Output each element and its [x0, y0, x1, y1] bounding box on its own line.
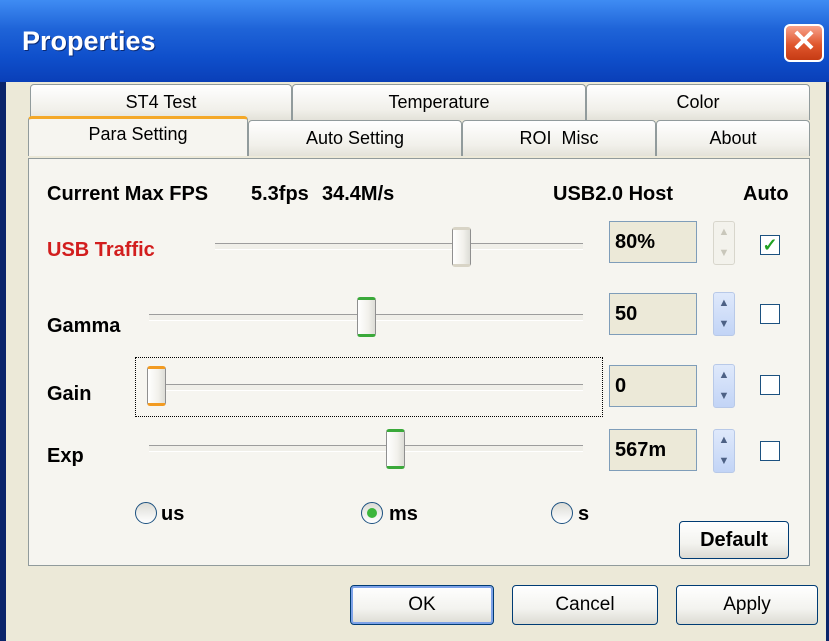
auto-header: Auto [743, 183, 789, 205]
tab-temperature[interactable]: Temperature [292, 84, 586, 120]
usb-traffic-value: 80% [609, 221, 697, 263]
max-fps-label: Current Max FPS [47, 183, 209, 205]
apply-button[interactable]: Apply [676, 585, 818, 625]
exp-slider-track[interactable] [149, 445, 583, 452]
gain-spin[interactable]: ▲ ▼ [713, 364, 735, 408]
spin-up-icon[interactable]: ▲ [714, 293, 734, 314]
spin-up-icon[interactable]: ▲ [714, 430, 734, 451]
tab-label: Color [676, 92, 720, 112]
tab-color[interactable]: Color [586, 84, 810, 120]
gamma-auto-checkbox[interactable] [760, 304, 780, 324]
tab-label: About [709, 128, 757, 148]
gain-auto-checkbox[interactable] [760, 375, 780, 395]
exp-spin[interactable]: ▲ ▼ [713, 429, 735, 473]
radio-dot-icon [367, 508, 377, 518]
tab-label: ST4 Test [125, 92, 197, 112]
close-icon: ✕ [791, 25, 817, 58]
exp-label: Exp [47, 445, 84, 467]
gain-value: 0 [609, 365, 697, 407]
unit-s-label[interactable]: s [578, 503, 589, 526]
fps-value: 5.3fps [251, 183, 309, 205]
unit-ms-label[interactable]: ms [389, 503, 418, 526]
exp-slider-thumb[interactable] [385, 429, 405, 469]
usb-traffic-slider-track[interactable] [215, 243, 583, 250]
gamma-slider-thumb[interactable] [356, 297, 376, 337]
close-button[interactable]: ✕ [784, 24, 824, 62]
unit-s-radio[interactable] [551, 502, 573, 524]
spin-down-icon[interactable]: ▼ [714, 314, 734, 335]
tab-roi-misc[interactable]: ROI Misc [462, 120, 656, 156]
gamma-spin[interactable]: ▲ ▼ [713, 292, 735, 336]
check-mark-icon: ✓ [762, 235, 778, 255]
usb-host-label: USB2.0 Host [553, 183, 674, 205]
para-setting-panel: Current Max FPS 5.3fps 34.4M/s USB2.0 Ho… [28, 158, 810, 566]
usb-traffic-slider-thumb[interactable] [452, 227, 472, 267]
unit-ms-radio[interactable] [361, 502, 383, 524]
tab-st4-test[interactable]: ST4 Test [30, 84, 292, 120]
spin-up-icon: ▲ [718, 226, 730, 238]
gamma-label: Gamma [47, 315, 121, 337]
tab-label: ROI Misc [519, 128, 599, 148]
dialog-client-area: ST4 Test Temperature Color Para Setting … [6, 82, 826, 641]
spin-down-icon[interactable]: ▼ [714, 451, 734, 472]
spin-down-icon[interactable]: ▼ [714, 386, 734, 407]
window-title: Properties [22, 26, 156, 56]
default-button[interactable]: Default [679, 521, 789, 559]
gain-slider-track[interactable] [147, 384, 583, 391]
tab-auto-setting[interactable]: Auto Setting [248, 120, 462, 156]
properties-window: Properties ✕ ST4 Test Temperature Color … [0, 0, 829, 641]
unit-us-radio[interactable] [135, 502, 157, 524]
tab-para-setting[interactable]: Para Setting [28, 116, 248, 156]
gamma-value: 50 [609, 293, 697, 335]
usb-traffic-label: USB Traffic [47, 239, 155, 261]
spin-down-icon: ▼ [718, 247, 730, 259]
cancel-button[interactable]: Cancel [512, 585, 658, 625]
unit-us-label[interactable]: us [161, 503, 184, 526]
tab-about[interactable]: About [656, 120, 810, 156]
gain-label: Gain [47, 383, 92, 405]
usb-traffic-spin: ▲ ▼ [713, 221, 735, 265]
tab-label: Para Setting [88, 124, 188, 144]
gain-slider-thumb[interactable] [147, 366, 166, 406]
spin-up-icon[interactable]: ▲ [714, 365, 734, 386]
bandwidth-value: 34.4M/s [322, 183, 395, 205]
usb-traffic-auto-checkbox[interactable]: ✓ [760, 235, 780, 255]
tab-label: Temperature [388, 92, 490, 112]
exp-auto-checkbox[interactable] [760, 441, 780, 461]
ok-button[interactable]: OK [350, 585, 494, 625]
tab-label: Auto Setting [305, 128, 405, 148]
exp-value: 567m [609, 429, 697, 471]
title-bar[interactable]: Properties ✕ [0, 0, 829, 82]
